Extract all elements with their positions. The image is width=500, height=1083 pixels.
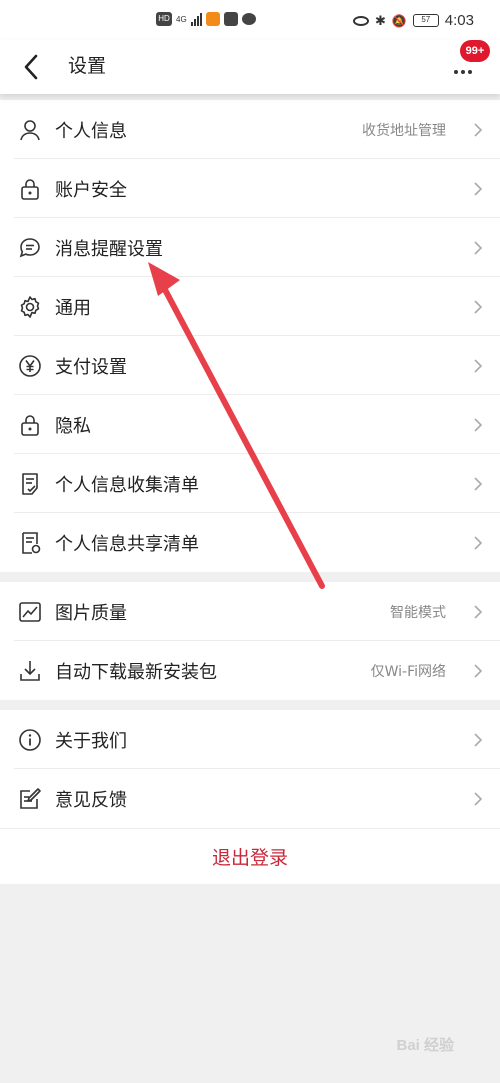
row-label: 支付设置 (55, 356, 127, 378)
chevron-right-icon (474, 418, 483, 432)
row-auto-download[interactable]: 自动下载最新安装包 仅Wi-Fi网络 (0, 641, 500, 700)
row-privacy[interactable]: 隐私 (0, 395, 500, 454)
chevron-right-icon (474, 605, 483, 619)
chevron-right-icon (474, 241, 483, 255)
row-subtext: 智能模式 (390, 604, 446, 621)
more-button[interactable]: 99+ (448, 40, 490, 84)
checklist-icon (22, 473, 38, 495)
status-left-icons: HD 4G (156, 12, 256, 26)
row-label: 通用 (55, 297, 91, 319)
row-label: 意见反馈 (55, 789, 127, 811)
clock: 4:03 (444, 12, 474, 29)
row-label: 自动下载最新安装包 (55, 661, 217, 683)
row-label: 关于我们 (55, 730, 127, 752)
chevron-right-icon (474, 792, 483, 806)
watermark: Bai 经验 (396, 1037, 454, 1054)
chevron-right-icon (474, 733, 483, 747)
chevron-right-icon (474, 536, 483, 550)
bluetooth-icon: ✱ (374, 12, 386, 28)
row-info-collection-list[interactable]: 个人信息收集清单 (0, 454, 500, 513)
eye-icon (352, 15, 369, 26)
download-icon (20, 661, 40, 681)
row-label: 消息提醒设置 (55, 238, 163, 260)
hd-icon: HD (156, 12, 172, 26)
row-label: 图片质量 (55, 602, 127, 624)
feedback-icon (20, 788, 41, 809)
app-notification-icon (223, 12, 238, 26)
chevron-right-icon (474, 477, 483, 491)
chevron-right-icon (474, 300, 483, 314)
status-right-icons: ✱ 🔕 57 4:03 (352, 12, 474, 29)
settings-group-media: 图片质量 智能模式 自动下载最新安装包 仅Wi-Fi网络 (0, 582, 500, 700)
lock-icon (21, 179, 39, 200)
message-icon (19, 238, 40, 258)
person-icon (20, 120, 40, 141)
page-title: 设置 (68, 55, 107, 77)
row-info-sharing-list[interactable]: 个人信息共享清单 (0, 513, 500, 572)
back-icon[interactable] (18, 52, 48, 82)
row-message-settings[interactable]: 消息提醒设置 (0, 218, 500, 277)
row-personal-info[interactable]: 个人信息 收货地址管理 (0, 100, 500, 159)
more-icon[interactable] (454, 70, 472, 74)
row-payment-settings[interactable]: 支付设置 (0, 336, 500, 395)
settings-group-about: 关于我们 意见反馈 (0, 710, 500, 828)
app-header: 设置 99+ (0, 40, 500, 94)
row-about-us[interactable]: 关于我们 (0, 710, 500, 769)
row-label: 账户安全 (55, 179, 127, 201)
chevron-right-icon (474, 182, 483, 196)
chevron-right-icon (474, 664, 483, 678)
row-label: 个人信息收集清单 (55, 474, 199, 496)
gear-icon (20, 296, 40, 318)
lock-icon (21, 415, 39, 436)
row-general[interactable]: 通用 (0, 277, 500, 336)
notification-badge: 99+ (460, 40, 490, 62)
network-4g-label: 4G (176, 14, 187, 24)
video-app-icon (205, 12, 220, 26)
row-feedback[interactable]: 意见反馈 (0, 769, 500, 828)
signal-icon (190, 12, 202, 26)
row-label: 个人信息共享清单 (55, 533, 199, 555)
info-icon (19, 729, 41, 751)
row-subtext: 仅Wi-Fi网络 (370, 663, 446, 680)
row-account-security[interactable]: 账户安全 (0, 159, 500, 218)
row-image-quality[interactable]: 图片质量 智能模式 (0, 582, 500, 641)
chevron-right-icon (474, 359, 483, 373)
logout-button[interactable]: 退出登录 (0, 828, 500, 884)
settings-group-account: 个人信息 收货地址管理 账户安全 消息提醒设置 通用 支付设置 隐私 个人信息收… (0, 100, 500, 572)
chat-icon (241, 13, 256, 25)
battery-icon: 57 (412, 14, 439, 27)
image-icon (19, 602, 41, 622)
share-list-icon (22, 532, 41, 554)
logout-label: 退出登录 (211, 847, 288, 869)
yen-icon (19, 355, 41, 377)
row-subtext: 收货地址管理 (362, 122, 446, 139)
chevron-right-icon (474, 123, 483, 137)
status-bar: HD 4G ✱ 🔕 57 4:03 (0, 0, 500, 40)
mute-icon: 🔕 (391, 13, 407, 28)
row-label: 隐私 (55, 415, 91, 437)
row-label: 个人信息 (55, 120, 127, 142)
